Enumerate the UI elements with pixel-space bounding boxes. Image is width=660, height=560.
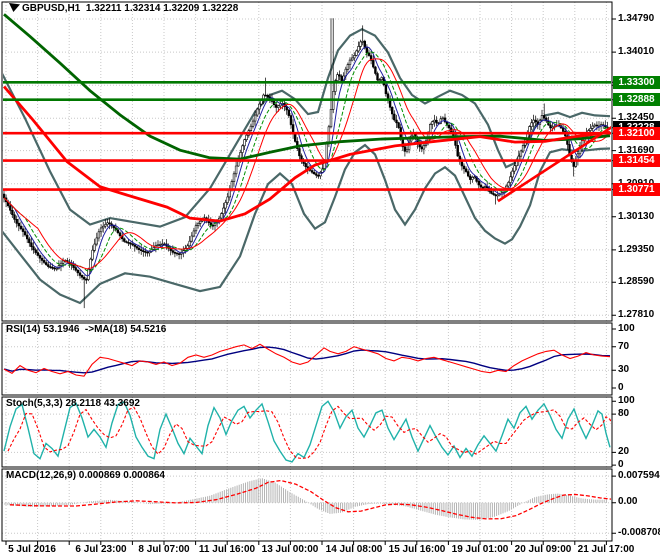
macd-axis-label: -0.008708 xyxy=(618,527,660,538)
rsi-axis-label: 0 xyxy=(618,382,624,393)
time-axis-label: 14 Jul 08:00 xyxy=(325,544,383,555)
stoch-axis-label: 100 xyxy=(618,395,635,406)
rsi-indicator-label: RSI(14) 53.1946 ->MA(18) 54.5216 xyxy=(6,324,167,335)
time-axis-label: 8 Jul 07:00 xyxy=(138,544,190,555)
price-axis-label: 1.28590 xyxy=(618,276,655,287)
mt4-chart-window: { "window": { "title": "GBPUSD,H1 1.3221… xyxy=(0,0,660,560)
stoch-axis-label: 80 xyxy=(618,408,630,419)
time-axis-label: 13 Jul 00:00 xyxy=(261,544,319,555)
time-axis-label: 20 Jul 09:00 xyxy=(514,544,572,555)
time-axis-label: 6 Jul 23:00 xyxy=(75,544,127,555)
price-axis-label: 1.29350 xyxy=(618,244,655,255)
price-axis-label: 1.27810 xyxy=(618,309,655,320)
macd-axis-label: 0.00 xyxy=(618,496,638,507)
resistance-level-badge: 1.33300 xyxy=(613,76,660,89)
support-level-badge: 1.31454 xyxy=(613,154,660,167)
resistance-level-badge: 1.32888 xyxy=(613,93,660,106)
price-axis-label: 1.34790 xyxy=(618,13,655,24)
support-level-badge: 1.32100 xyxy=(613,127,660,140)
rsi-axis-label: 100 xyxy=(618,323,635,334)
price-axis-label: 1.30130 xyxy=(618,211,655,222)
rsi-axis-label: 30 xyxy=(618,364,630,375)
price-axis-label: 1.34010 xyxy=(618,46,655,57)
support-level-badge: 1.30771 xyxy=(613,183,660,196)
stoch-axis-label: 20 xyxy=(618,446,630,457)
macd-indicator-label: MACD(12,26,9) 0.000869 0.000864 xyxy=(6,470,165,481)
chart-title: GBPUSD,H1 1.32211 1.32314 1.32209 1.3222… xyxy=(22,3,239,14)
rsi-axis-label: 70 xyxy=(618,341,630,352)
time-axis-label: 5 Jul 2016 xyxy=(8,544,56,555)
macd-axis-label: 0.007594 xyxy=(618,470,660,481)
stoch-indicator-label: Stoch(5,3,3) 28.2118 43.3692 xyxy=(6,398,140,409)
time-axis-label: 15 Jul 16:00 xyxy=(388,544,446,555)
time-axis-label: 11 Jul 16:00 xyxy=(198,544,256,555)
time-axis-label: 21 Jul 17:00 xyxy=(577,544,635,555)
time-axis-label: 19 Jul 01:00 xyxy=(451,544,509,555)
